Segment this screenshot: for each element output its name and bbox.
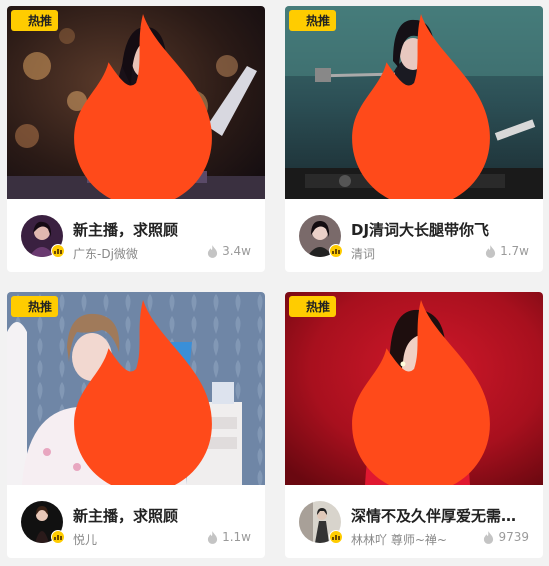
hot-badge: 热推 <box>289 10 490 199</box>
stream-title[interactable]: 新主播，求照顾 <box>73 219 249 240</box>
fire-icon <box>14 299 212 485</box>
heat-icon <box>207 530 218 544</box>
heat-icon <box>485 244 496 258</box>
fire-icon <box>292 13 490 199</box>
anchor-name: 清词 <box>351 247 376 261</box>
fire-icon <box>292 299 490 485</box>
stream-thumbnail[interactable]: 热推 <box>7 6 265 199</box>
stream-title[interactable]: 深情不及久伴厚爱无需多言 <box>351 505 527 526</box>
popularity: 3.4w <box>207 244 251 258</box>
stream-title[interactable]: DJ清词大长腿带你飞 <box>351 219 527 240</box>
popularity: 1.7w <box>485 244 529 258</box>
heat-icon <box>483 530 494 544</box>
stream-card[interactable]: 热推 深情不及久伴厚爱无需多言 林林吖 尊师~禅~ 9739 <box>285 292 543 558</box>
fire-icon <box>14 13 212 199</box>
popularity-count: 9739 <box>498 530 529 544</box>
stream-thumbnail[interactable]: 热推 <box>285 6 543 199</box>
stream-thumbnail[interactable]: 热推 <box>285 292 543 485</box>
hot-badge-label: 热推 <box>28 14 53 28</box>
level-badge-icon <box>51 244 65 258</box>
level-badge-icon <box>329 244 343 258</box>
popularity-count: 1.7w <box>500 244 529 258</box>
popularity-count: 3.4w <box>222 244 251 258</box>
hot-badge: 热推 <box>289 296 490 485</box>
stream-thumbnail[interactable]: 热推 <box>7 292 265 485</box>
stream-card[interactable]: 热推 DJ清词大长腿带你飞 清词 1.7w <box>285 6 543 272</box>
hot-badge-label: 热推 <box>28 300 53 314</box>
anchor-name: 悦儿 <box>73 533 98 547</box>
hot-badge: 热推 <box>11 296 212 485</box>
popularity-count: 1.1w <box>222 530 251 544</box>
popularity: 1.1w <box>207 530 251 544</box>
stream-title[interactable]: 新主播，求照顾 <box>73 505 249 526</box>
level-badge-icon <box>51 530 65 544</box>
popularity: 9739 <box>483 530 529 544</box>
hot-badge-label: 热推 <box>306 300 331 314</box>
hot-badge-label: 热推 <box>306 14 331 28</box>
anchor-name: 林林吖 尊师~禅~ <box>351 533 447 547</box>
heat-icon <box>207 244 218 258</box>
stream-card[interactable]: 热推 新主播，求照顾 悦儿 1.1w <box>7 292 265 558</box>
anchor-name: 广东-Dj微微 <box>73 247 138 261</box>
stream-card[interactable]: 热推 新主播，求照顾 广东-Dj微微 3.4w <box>7 6 265 272</box>
hot-badge: 热推 <box>11 10 212 199</box>
level-badge-icon <box>329 530 343 544</box>
